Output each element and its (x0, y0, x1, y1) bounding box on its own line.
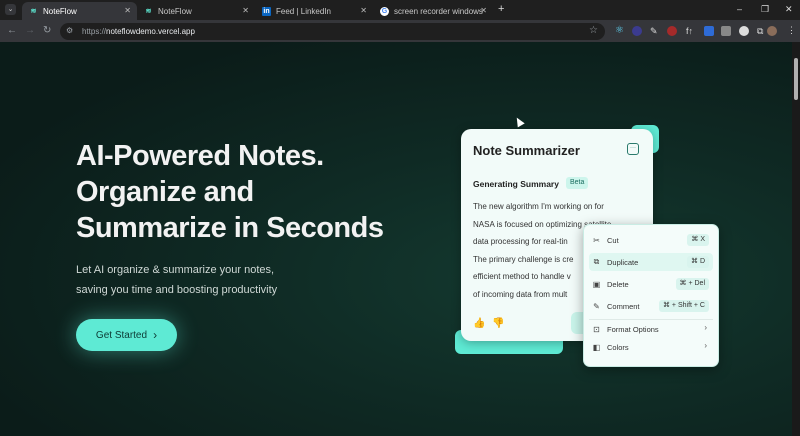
close-tab-icon[interactable]: ✕ (124, 6, 131, 15)
tab-strip: ⌄ ≋ NoteFlow ✕ ≋ NoteFlow ✕ in Feed | Li… (0, 0, 800, 20)
tab-noteflow-active[interactable]: ≋ NoteFlow ✕ (22, 2, 137, 20)
chevron-right-icon: › (153, 328, 158, 342)
format-icon: ⊡ (593, 324, 600, 334)
note-line: The new algorithm I'm working on for (473, 202, 604, 211)
menu-item-label: Delete (607, 279, 629, 289)
shortcut-badge: ⌘ X (687, 234, 709, 246)
palette-icon: ◧ (592, 342, 601, 352)
shortcut-badge: ⌘ D (687, 256, 709, 268)
ai-chat-icon[interactable]: ··· (627, 143, 639, 155)
tab-linkedin[interactable]: in Feed | LinkedIn ✕ (255, 2, 373, 20)
generating-summary-label: Generating Summary (473, 179, 559, 189)
browser-menu-icon[interactable]: ⋮ (787, 25, 796, 36)
linkedin-favicon-icon: in (262, 6, 271, 16)
react-devtools-extension-icon[interactable]: ⚛ (615, 26, 625, 36)
scrollbar-thumb[interactable] (794, 58, 798, 100)
menu-item-colors[interactable]: ◧ Colors › (589, 338, 713, 356)
extension-icon[interactable] (739, 26, 749, 36)
forward-icon[interactable]: → (25, 25, 35, 36)
menu-item-label: Cut (607, 235, 619, 245)
get-started-label: Get Started (95, 329, 148, 341)
menu-item-comment[interactable]: ✎ Comment ⌘ + Shift + C (589, 297, 713, 315)
feedback-actions: 👍 👎 (473, 318, 505, 329)
tab-noteflow[interactable]: ≋ NoteFlow ✕ (137, 2, 255, 20)
hero-title-line: Organize and (76, 176, 254, 208)
thumbs-down-icon[interactable]: 👎 (492, 318, 504, 329)
shortcut-badge: ⌘ + Shift + C (658, 300, 709, 312)
close-tab-icon[interactable]: ✕ (242, 6, 249, 15)
context-menu: ✂ Cut ⌘ X ⧉ Duplicate ⌘ D ▣ Delete ⌘ + D… (583, 224, 719, 367)
close-tab-icon[interactable]: ✕ (360, 6, 367, 15)
tab-title: NoteFlow (158, 6, 192, 16)
extensions-puzzle-icon[interactable]: ⧉ (757, 26, 767, 36)
tab-search-button[interactable]: ⌄ (5, 4, 16, 15)
google-favicon-icon: G (380, 6, 389, 16)
trash-icon: ▣ (592, 279, 601, 289)
tab-title: screen recorder windows 10 sh (394, 6, 484, 16)
thumbs-up-icon[interactable]: 👍 (473, 318, 485, 329)
extension-icon[interactable] (667, 26, 677, 36)
hero-subtitle-line: saving you time and boosting productivit… (76, 284, 278, 296)
noteflow-favicon-icon: ≋ (30, 8, 37, 15)
extension-icon[interactable] (721, 26, 731, 36)
site-info-icon[interactable]: ⚙ (66, 26, 73, 35)
comment-icon: ✎ (593, 301, 600, 311)
hero-subtitle-line: Let AI organize & summarize your notes, (76, 264, 275, 276)
scrollbar-track[interactable] (792, 42, 800, 436)
close-tab-icon[interactable]: ✕ (480, 6, 487, 15)
new-tab-button[interactable]: + (498, 3, 504, 15)
shortcut-badge: ⌘ + Del (675, 278, 709, 290)
minimize-button[interactable]: – (737, 4, 742, 14)
extension-icon[interactable] (632, 26, 642, 36)
get-started-button[interactable]: Get Started › (76, 319, 177, 351)
back-icon[interactable]: ← (7, 25, 17, 36)
tab-title: NoteFlow (43, 6, 77, 16)
menu-item-cut[interactable]: ✂ Cut ⌘ X (589, 231, 713, 249)
hero-subtitle: Let AI organize & summarize your notes, … (76, 260, 376, 300)
scissors-icon: ✂ (593, 235, 600, 245)
reload-icon[interactable]: ↻ (43, 25, 51, 36)
bookmark-star-icon[interactable]: ☆ (589, 25, 598, 36)
hero-title: AI-Powered Notes. Organize and Summarize… (76, 138, 436, 246)
url-text[interactable]: https://noteflowdemo.vercel.app (82, 27, 195, 36)
card-title: Note Summarizer (473, 143, 580, 158)
menu-item-format-options[interactable]: ⊡ Format Options › (589, 320, 713, 338)
tab-google-search[interactable]: G screen recorder windows 10 sh ✕ (373, 2, 493, 20)
font-extension-icon[interactable]: f↑ (686, 26, 696, 36)
close-window-button[interactable]: ✕ (785, 4, 793, 15)
menu-item-label: Duplicate (607, 257, 639, 267)
menu-item-duplicate[interactable]: ⧉ Duplicate ⌘ D (589, 253, 713, 271)
menu-item-label: Comment (607, 301, 640, 311)
menu-item-label: Format Options (607, 324, 659, 334)
noteflow-favicon-icon: ≋ (145, 8, 152, 15)
hero-title-line: AI-Powered Notes. (76, 140, 324, 172)
beta-badge: Beta (566, 177, 589, 189)
tab-title: Feed | LinkedIn (276, 6, 332, 16)
profile-avatar[interactable] (767, 26, 777, 36)
maximize-button[interactable]: ❐ (761, 4, 769, 15)
extension-icon[interactable] (704, 26, 714, 36)
eyedropper-extension-icon[interactable]: ✎ (650, 26, 660, 36)
chevron-right-icon: › (704, 323, 707, 332)
copy-icon: ⧉ (593, 257, 600, 266)
menu-item-label: Colors (607, 342, 629, 352)
menu-item-delete[interactable]: ▣ Delete ⌘ + Del (589, 275, 713, 293)
chevron-right-icon: › (704, 341, 707, 350)
hero-title-line: Summarize in Seconds (76, 212, 384, 244)
